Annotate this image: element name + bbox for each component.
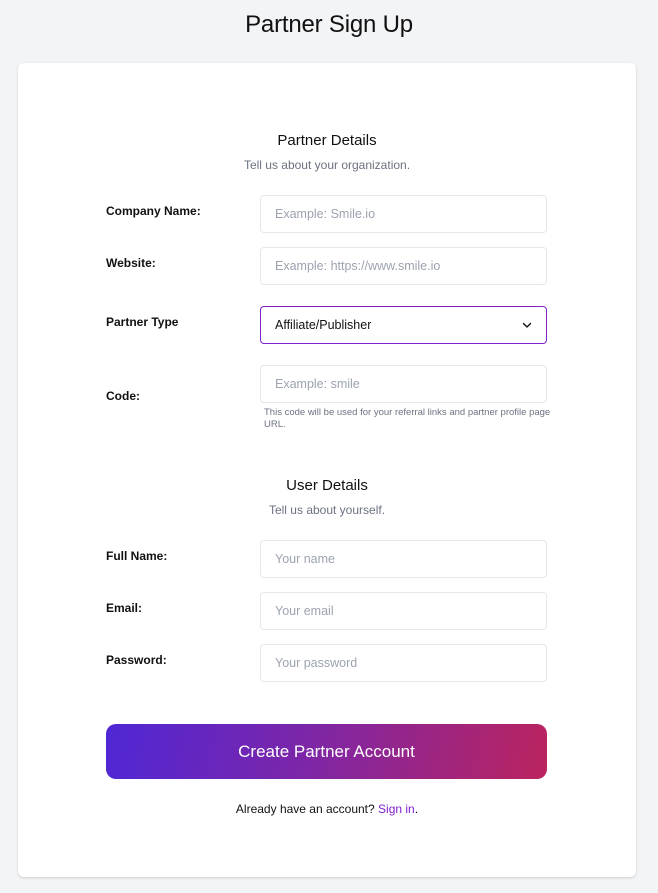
signin-prompt: Already have an account? Sign in. — [18, 802, 636, 816]
company-name-input[interactable] — [260, 195, 547, 233]
user-details-heading: User Details — [286, 477, 368, 494]
website-label: Website: — [106, 256, 156, 270]
signin-prompt-text: Already have an account? — [235, 802, 375, 816]
email-input[interactable] — [260, 592, 547, 630]
page-title: Partner Sign Up — [245, 11, 413, 38]
create-partner-account-button[interactable]: Create Partner Account — [106, 724, 547, 779]
signup-card: Partner Details Tell us about your organ… — [18, 63, 636, 877]
website-input[interactable] — [260, 247, 547, 285]
password-label: Password: — [106, 653, 167, 667]
code-input[interactable] — [260, 365, 547, 403]
user-details-subtitle: Tell us about yourself. — [268, 503, 386, 517]
partner-details-subtitle: Tell us about your organization. — [243, 158, 411, 172]
signin-link[interactable]: Sign in — [378, 802, 415, 816]
full-name-input[interactable] — [260, 540, 547, 578]
chevron-down-icon — [522, 322, 532, 328]
password-input[interactable] — [260, 644, 547, 682]
company-name-label: Company Name: — [106, 204, 201, 218]
signin-suffix: . — [414, 802, 419, 816]
full-name-label: Full Name: — [106, 549, 168, 563]
partner-details-heading: Partner Details — [277, 132, 377, 149]
partner-type-label: Partner Type — [106, 315, 179, 329]
code-label: Code: — [106, 389, 140, 403]
partner-type-selected-value: Affiliate/Publisher — [275, 318, 372, 332]
email-label: Email: — [106, 601, 143, 615]
code-hint: This code will be used for your referral… — [264, 407, 551, 430]
partner-type-select[interactable]: Affiliate/Publisher — [260, 306, 547, 344]
